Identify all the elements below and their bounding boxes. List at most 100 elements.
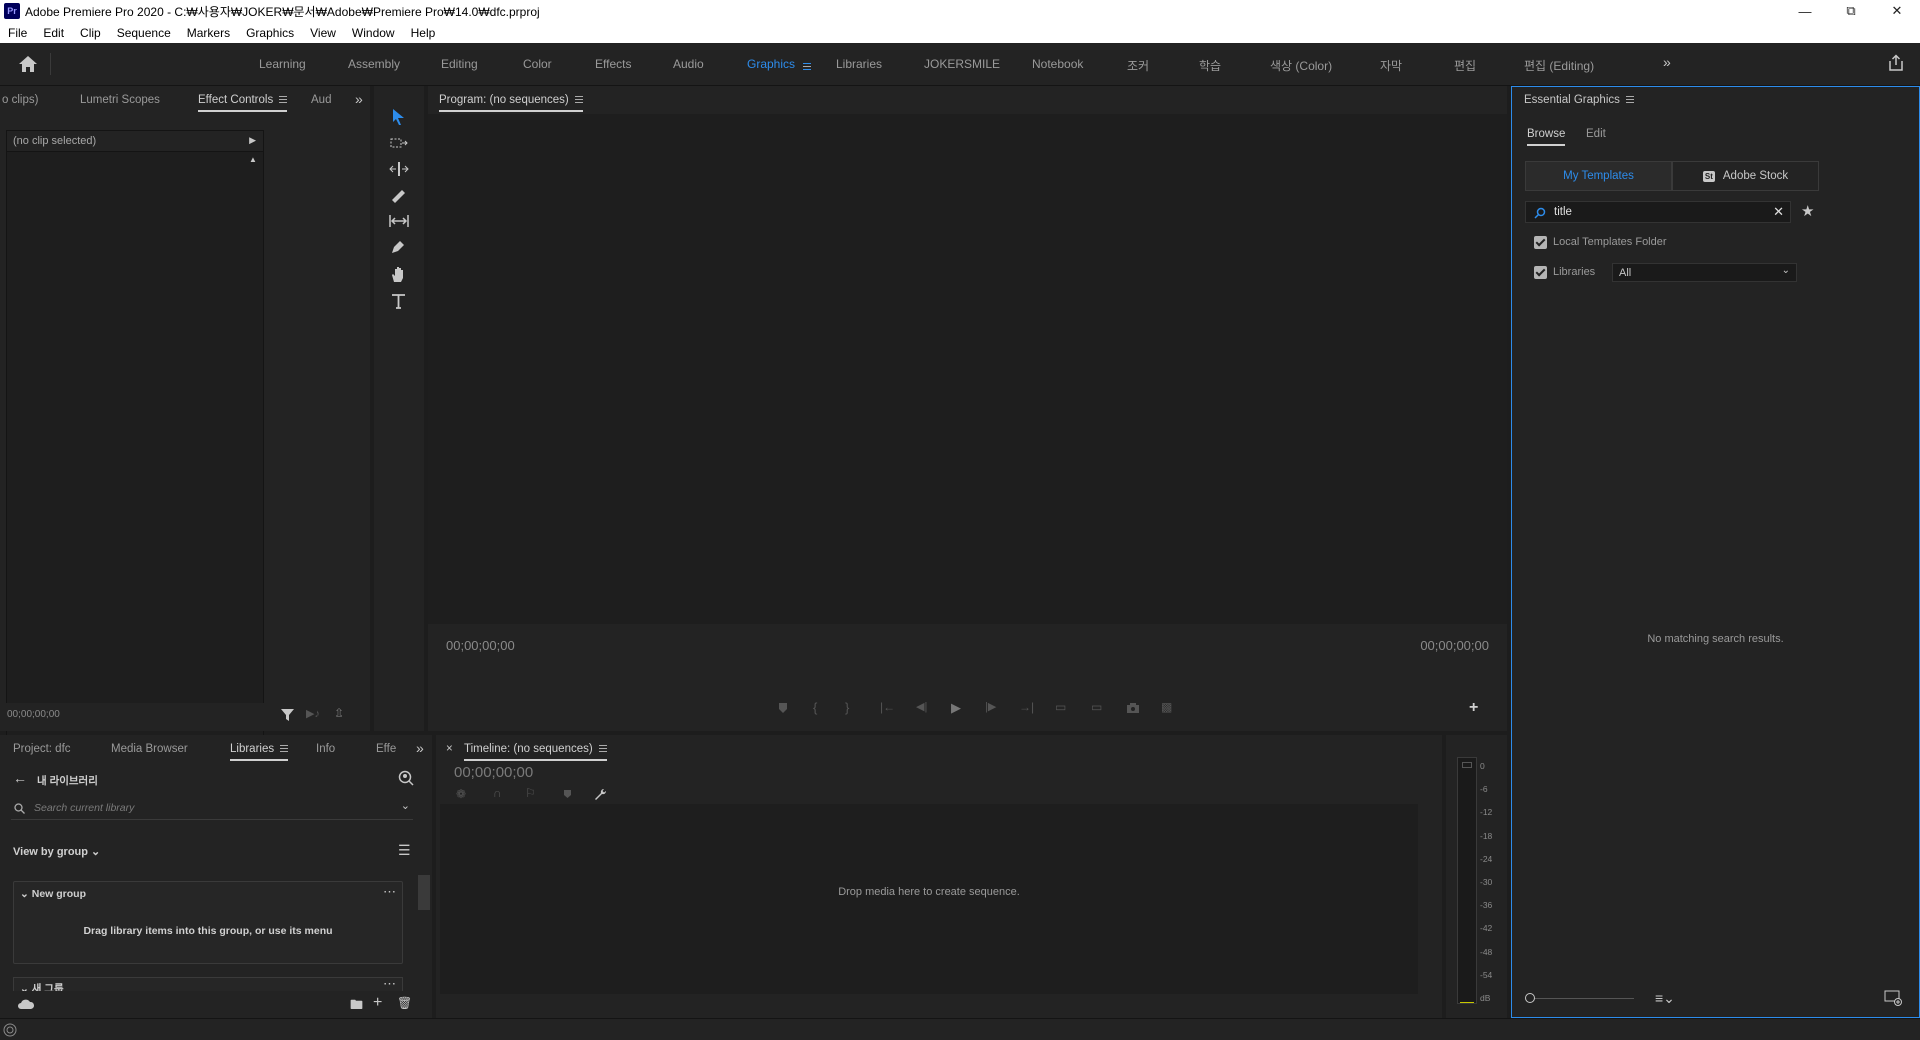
essential-graphics-title[interactable]: Essential Graphics <box>1524 94 1634 106</box>
minimize-button[interactable]: — <box>1782 0 1828 22</box>
selection-tool-icon[interactable] <box>390 108 406 126</box>
clip-indicator[interactable] <box>1462 762 1472 768</box>
step-back-icon[interactable]: ◀| <box>916 700 927 713</box>
razor-tool-icon[interactable] <box>390 188 406 204</box>
menu-graphics[interactable]: Graphics <box>238 26 302 40</box>
program-monitor-menu-icon[interactable] <box>574 96 583 104</box>
menu-window[interactable]: Window <box>344 26 403 40</box>
workspace-graphics-menu-icon[interactable] <box>803 59 811 73</box>
program-playhead-timecode[interactable]: 00;00;00;00 <box>446 638 515 653</box>
play-icon[interactable]: ▶ <box>951 700 961 716</box>
triangle-right-icon[interactable]: ▶ <box>249 135 256 146</box>
clear-search-icon[interactable]: ✕ <box>1773 204 1784 220</box>
workspace-graphics[interactable]: Graphics <box>747 57 795 71</box>
workspace-editing-ko[interactable]: 편집 <box>1454 57 1476 74</box>
tab-effects[interactable]: Effe <box>376 743 396 755</box>
tab-audio[interactable]: Aud <box>311 94 331 106</box>
menu-view[interactable]: View <box>302 26 344 40</box>
add-element-icon[interactable]: + <box>373 994 382 1012</box>
tab-libraries[interactable]: Libraries <box>230 743 289 761</box>
step-forward-icon[interactable]: |▶ <box>985 700 996 713</box>
workspace-effects[interactable]: Effects <box>595 57 631 71</box>
libraries-menu-icon[interactable] <box>280 745 289 753</box>
workspace-jokersmile[interactable]: JOKERSMILE <box>924 57 1000 71</box>
essential-graphics-menu-icon[interactable] <box>1625 96 1634 104</box>
local-templates-checkbox[interactable] <box>1534 236 1547 249</box>
workspace-color[interactable]: Color <box>523 57 552 71</box>
libraries-overflow-icon[interactable]: » <box>416 740 424 756</box>
filter-icon[interactable] <box>281 708 294 721</box>
libraries-select[interactable]: All ⌄ <box>1612 263 1797 282</box>
panel-overflow-icon[interactable]: » <box>355 91 363 107</box>
workspace-joker[interactable]: 조커 <box>1127 57 1149 74</box>
subtab-edit[interactable]: Edit <box>1586 128 1606 140</box>
libraries-scrollbar[interactable] <box>418 875 430 910</box>
insert-nest-icon[interactable]: ❁ <box>456 787 466 801</box>
restore-button[interactable]: ⧉ <box>1828 0 1874 22</box>
mark-out-icon[interactable]: } <box>845 700 849 715</box>
go-to-out-icon[interactable]: →| <box>1019 700 1034 714</box>
adobe-stock-tab[interactable]: St Adobe Stock <box>1672 161 1819 191</box>
type-tool-icon[interactable] <box>391 293 406 309</box>
add-marker-timeline-icon[interactable] <box>563 789 572 799</box>
list-view-icon[interactable]: ☰ <box>398 842 411 859</box>
lift-icon[interactable]: ▭ <box>1055 700 1066 714</box>
workspace-audio[interactable]: Audio <box>673 57 704 71</box>
linked-selection-icon[interactable]: ⚐ <box>525 786 536 800</box>
workspace-libraries[interactable]: Libraries <box>836 57 882 71</box>
home-icon[interactable] <box>18 55 38 73</box>
my-templates-tab[interactable]: My Templates <box>1525 161 1672 191</box>
back-arrow-icon[interactable]: ← <box>13 770 27 786</box>
play-only-audio-icon[interactable]: ▶♪ <box>306 707 320 720</box>
group-2-toggle[interactable]: ⌄ 새 그룹 <box>20 981 64 991</box>
libraries-checkbox[interactable] <box>1534 266 1547 279</box>
clip-selector[interactable]: (no clip selected) ▶ <box>7 131 263 152</box>
export-frame-icon[interactable] <box>1126 702 1140 714</box>
tab-effect-controls[interactable]: Effect Controls <box>198 94 288 112</box>
snap-icon[interactable]: ∩ <box>493 786 502 800</box>
workspace-color-ko[interactable]: 색상 (Color) <box>1270 57 1332 74</box>
group-2-more-icon[interactable]: ⋯ <box>383 978 396 991</box>
close-window-button[interactable]: ✕ <box>1874 0 1920 22</box>
library-search-field[interactable]: Search current library ⌄ <box>11 798 413 820</box>
track-select-tool-icon[interactable] <box>390 136 408 150</box>
template-search-value[interactable]: title <box>1554 206 1572 218</box>
cloud-icon[interactable] <box>17 998 35 1010</box>
workspace-learning[interactable]: Learning <box>259 57 306 71</box>
workspace-learning-ko[interactable]: 학습 <box>1199 57 1221 74</box>
pen-tool-icon[interactable] <box>390 239 406 255</box>
favorites-star-icon[interactable]: ★ <box>1801 202 1814 220</box>
tab-media-browser[interactable]: Media Browser <box>111 743 188 755</box>
tab-source[interactable]: o clips) <box>2 94 38 106</box>
slider-handle[interactable] <box>1525 993 1535 1003</box>
close-timeline-icon[interactable]: × <box>446 743 453 755</box>
add-marker-icon[interactable] <box>777 702 789 714</box>
panel-menu-icon[interactable] <box>279 96 288 104</box>
mark-in-icon[interactable]: { <box>813 700 817 715</box>
workspace-notebook[interactable]: Notebook <box>1032 57 1083 71</box>
share-icon[interactable] <box>1887 54 1905 72</box>
tab-info[interactable]: Info <box>316 743 335 755</box>
ripple-edit-tool-icon[interactable] <box>389 161 409 177</box>
new-template-icon[interactable] <box>1884 990 1902 1006</box>
menu-sequence[interactable]: Sequence <box>109 26 179 40</box>
menu-markers[interactable]: Markers <box>179 26 238 40</box>
search-scope-chevron-icon[interactable]: ⌄ <box>401 799 410 812</box>
collaborators-icon[interactable] <box>398 770 414 786</box>
export-icon[interactable]: ⇫ <box>334 706 344 720</box>
timeline-settings-wrench-icon[interactable] <box>593 787 607 801</box>
workspaces-overflow-icon[interactable]: » <box>1663 54 1671 70</box>
group-more-icon[interactable]: ⋯ <box>383 884 396 900</box>
thumbnail-size-slider[interactable] <box>1534 998 1634 999</box>
button-editor-plus-icon[interactable]: + <box>1469 699 1478 717</box>
delete-icon[interactable]: 🗑 <box>397 996 412 1010</box>
slip-tool-icon[interactable] <box>389 214 409 228</box>
group-toggle[interactable]: ⌄ New group <box>20 888 86 900</box>
menu-edit[interactable]: Edit <box>35 26 72 40</box>
menu-file[interactable]: File <box>0 26 35 40</box>
template-search-field[interactable]: title ✕ <box>1525 201 1791 223</box>
program-monitor-viewer[interactable] <box>428 114 1507 624</box>
view-by-group-dropdown[interactable]: View by group ⌄ <box>13 845 100 858</box>
menu-clip[interactable]: Clip <box>72 26 109 40</box>
tab-program-monitor[interactable]: Program: (no sequences) <box>439 94 583 112</box>
